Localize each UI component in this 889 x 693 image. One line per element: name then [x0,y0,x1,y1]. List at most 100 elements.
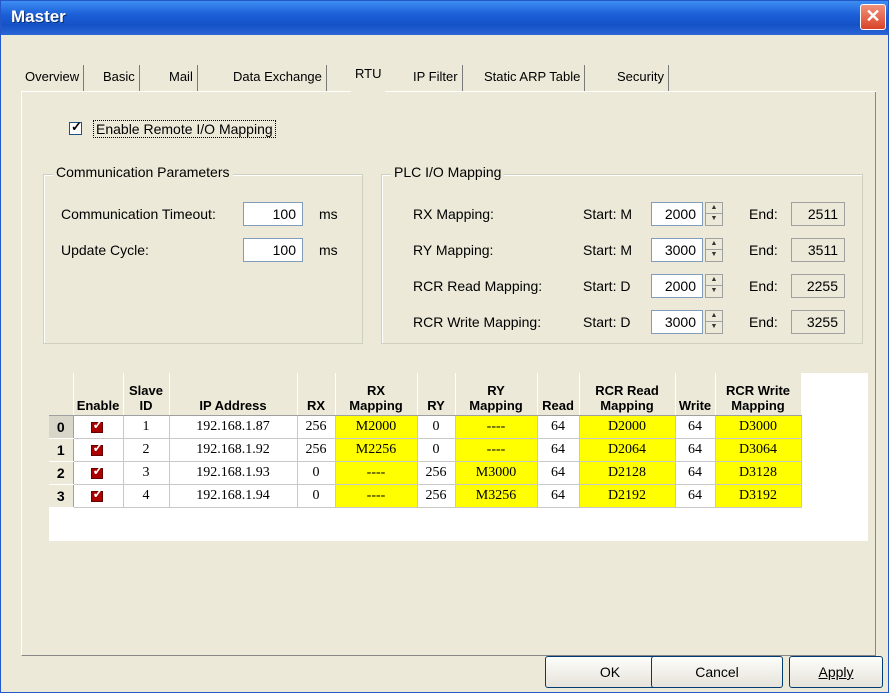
enabled-check-icon[interactable]: ✓ [90,417,106,433]
rx-start-input[interactable]: 2000 [651,202,703,226]
rcr-read-start-label: Start: D [583,278,631,294]
table-row[interactable]: 0 ✓ 1 192.168.1.87 256 M2000 0 ---- 64 D… [49,415,802,439]
col-enable[interactable]: Enable [73,373,124,416]
tab-security[interactable]: Security [613,65,669,91]
enable-cell[interactable]: ✓ [73,438,124,462]
tab-overview[interactable]: Overview [21,65,85,91]
ry-cell[interactable]: 0 [417,415,456,439]
row-index[interactable]: 3 [49,484,74,508]
rx-cell[interactable]: 0 [297,484,336,508]
tab-mail[interactable]: Mail [165,65,198,91]
rx-mapping-cell: M2256 [335,438,418,462]
enabled-check-icon[interactable]: ✓ [90,486,106,502]
ip-address-cell[interactable]: 192.168.1.92 [169,438,298,462]
ip-address-cell[interactable]: 192.168.1.94 [169,484,298,508]
cancel-button[interactable]: Cancel [651,656,783,688]
enable-remote-io-checkbox[interactable]: ✓ [69,119,82,135]
col-ry-mapping[interactable]: RY Mapping [455,373,538,416]
col-slave-id[interactable]: Slave ID [123,373,170,416]
read-cell[interactable]: 64 [537,461,580,485]
rcr-read-end-value: 2255 [791,274,845,298]
ry-mapping-label: RY Mapping: [413,242,494,258]
row-index[interactable]: 0 [49,415,74,439]
communication-timeout-label: Communication Timeout: [61,206,216,222]
spin-down-icon[interactable]: ▼ [706,286,722,297]
ip-address-cell[interactable]: 192.168.1.87 [169,415,298,439]
col-rx-mapping[interactable]: RX Mapping [335,373,418,416]
row-index[interactable]: 1 [49,438,74,462]
table-row[interactable]: 2 ✓ 3 192.168.1.93 0 ---- 256 M3000 64 D… [49,461,802,485]
tab-ip-filter[interactable]: IP Filter [409,65,463,91]
spin-down-icon[interactable]: ▼ [706,322,722,333]
enabled-check-icon[interactable]: ✓ [90,440,106,456]
tab-data-exchange[interactable]: Data Exchange [229,65,327,91]
row-index[interactable]: 2 [49,461,74,485]
spin-up-icon[interactable]: ▲ [706,203,722,214]
spin-up-icon[interactable]: ▲ [706,239,722,250]
col-ip-address[interactable]: IP Address [169,373,298,416]
ry-cell[interactable]: 256 [417,484,456,508]
communication-timeout-input[interactable]: 100 [243,202,303,226]
read-cell[interactable]: 64 [537,415,580,439]
rcr-write-mapping-label: RCR Write Mapping: [413,314,542,330]
rcr-read-start-spinner[interactable]: ▲ ▼ [705,274,723,298]
rcr-write-start-label: Start: D [583,314,631,330]
slave-id-cell[interactable]: 2 [123,438,170,462]
read-cell[interactable]: 64 [537,484,580,508]
slave-id-cell[interactable]: 1 [123,415,170,439]
timeout-unit-label: ms [319,206,338,222]
rcr-write-start-spinner[interactable]: ▲ ▼ [705,310,723,334]
write-cell[interactable]: 64 [675,461,716,485]
rcr-write-start-input[interactable]: 3000 [651,310,703,334]
col-ry[interactable]: RY [417,373,456,416]
ry-mapping-cell: ---- [455,438,538,462]
write-cell[interactable]: 64 [675,438,716,462]
rx-mapping-cell: ---- [335,484,418,508]
tab-static-arp-table[interactable]: Static ARP Table [480,65,586,91]
table-row[interactable]: 1 ✓ 2 192.168.1.92 256 M2256 0 ---- 64 D… [49,438,802,462]
spin-up-icon[interactable]: ▲ [706,275,722,286]
apply-button[interactable]: Apply [789,656,883,688]
slave-id-cell[interactable]: 4 [123,484,170,508]
spin-down-icon[interactable]: ▼ [706,214,722,225]
table-row[interactable]: 3 ✓ 4 192.168.1.94 0 ---- 256 M3256 64 D… [49,484,802,508]
title-bar[interactable]: Master ✕ [1,1,888,35]
col-write[interactable]: Write [675,373,716,416]
write-cell[interactable]: 64 [675,415,716,439]
col-rx[interactable]: RX [297,373,336,416]
tab-rtu[interactable]: RTU [351,60,386,92]
col-read[interactable]: Read [537,373,580,416]
enable-remote-io-label[interactable]: Enable Remote I/O Mapping [93,120,276,138]
enable-cell[interactable]: ✓ [73,415,124,439]
close-button[interactable]: ✕ [860,4,886,30]
rx-mapping-cell: ---- [335,461,418,485]
read-cell[interactable]: 64 [537,438,580,462]
write-cell[interactable]: 64 [675,484,716,508]
ry-cell[interactable]: 0 [417,438,456,462]
col-rcr-read-mapping[interactable]: RCR Read Mapping [579,373,676,416]
update-cycle-input[interactable]: 100 [243,238,303,262]
rcr-write-mapping-cell: D3128 [715,461,802,485]
rcr-read-start-input[interactable]: 2000 [651,274,703,298]
rx-cell[interactable]: 256 [297,438,336,462]
spin-up-icon[interactable]: ▲ [706,311,722,322]
spin-down-icon[interactable]: ▼ [706,250,722,261]
ip-address-cell[interactable]: 192.168.1.93 [169,461,298,485]
table-header-row: Enable Slave ID IP Address RX RX Mapping R… [49,373,802,416]
rx-start-spinner[interactable]: ▲ ▼ [705,202,723,226]
update-cycle-unit-label: ms [319,242,338,258]
col-rcr-write-mapping[interactable]: RCR Write Mapping [715,373,802,416]
enabled-check-icon[interactable]: ✓ [90,463,106,479]
ry-mapping-cell: ---- [455,415,538,439]
ry-cell[interactable]: 256 [417,461,456,485]
rcr-write-mapping-cell: D3064 [715,438,802,462]
slave-id-cell[interactable]: 3 [123,461,170,485]
tab-basic[interactable]: Basic [99,65,140,91]
enable-cell[interactable]: ✓ [73,484,124,508]
rcr-write-mapping-cell: D3192 [715,484,802,508]
ry-start-input[interactable]: 3000 [651,238,703,262]
rx-cell[interactable]: 256 [297,415,336,439]
ry-start-spinner[interactable]: ▲ ▼ [705,238,723,262]
rx-cell[interactable]: 0 [297,461,336,485]
enable-cell[interactable]: ✓ [73,461,124,485]
